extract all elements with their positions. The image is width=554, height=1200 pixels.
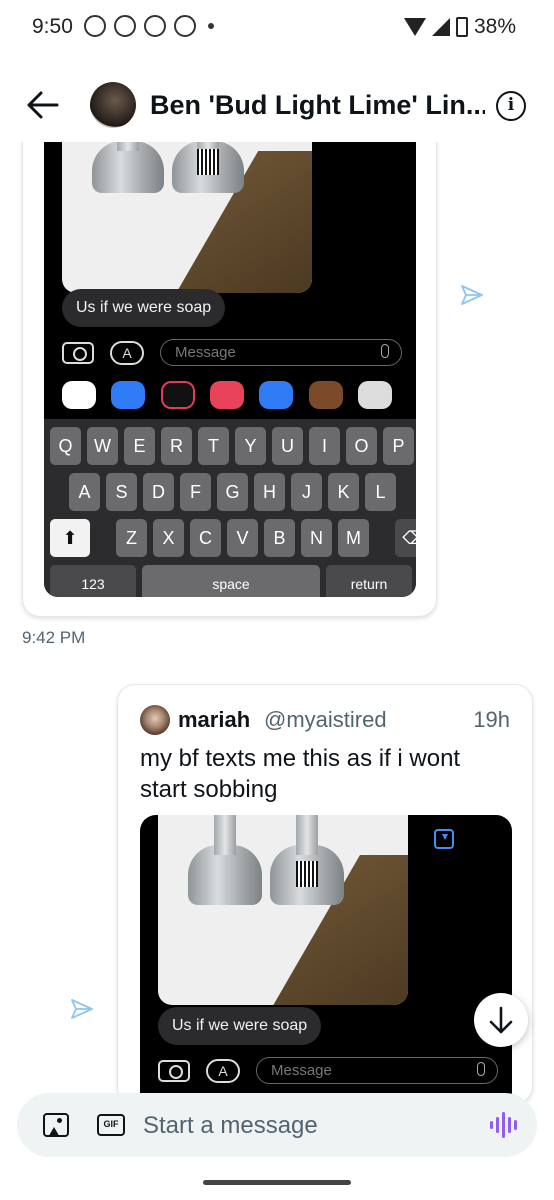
keyboard-key: C — [190, 519, 221, 557]
notification-icon — [144, 15, 166, 37]
tweet-author-name[interactable]: mariah — [178, 707, 250, 733]
imessage-field: Message — [256, 1057, 498, 1084]
app-store-icon: A — [206, 1058, 240, 1083]
conversation-header: Ben 'Bud Light Lime' Lin... i — [0, 70, 554, 142]
mic-icon — [477, 1062, 485, 1076]
conversation-title[interactable]: Ben 'Bud Light Lime' Lin... — [150, 90, 485, 121]
battery-percent: 38% — [473, 15, 516, 38]
keyboard-key: U — [272, 427, 303, 465]
wifi-icon — [403, 18, 426, 36]
memoji-icon — [308, 381, 343, 409]
images-search-icon — [209, 381, 244, 409]
keyboard-key: V — [227, 519, 258, 557]
notification-icon — [174, 15, 196, 37]
mic-icon — [381, 344, 389, 358]
tweet-author-handle[interactable]: @myaistired — [264, 707, 387, 733]
imessage-field: Message — [160, 339, 402, 366]
app-store-icon — [111, 381, 146, 409]
photos-app-icon — [62, 381, 96, 409]
ios-keyboard: QWERTYUIOP ASDFGHJKL ⬆ ZXCVBNM ⌫ 123 spa… — [44, 419, 416, 597]
keyboard-key: N — [301, 519, 332, 557]
tweet-text: my bf texts me this as if i wont start s… — [140, 745, 461, 803]
keyboard-key: Q — [50, 427, 81, 465]
imessage-compose-row: A Message — [62, 339, 402, 366]
keyboard-key: H — [254, 473, 285, 511]
back-arrow-icon[interactable] — [26, 90, 60, 120]
tweet-media-image[interactable]: Us if we were soap A Message — [140, 815, 512, 1103]
keyboard-key: S — [106, 473, 137, 511]
notification-icon — [114, 15, 136, 37]
more-notifications-icon — [208, 23, 214, 29]
keyboard-key: O — [346, 427, 377, 465]
avatar[interactable] — [140, 705, 170, 735]
scroll-down-button[interactable] — [474, 993, 528, 1047]
keyboard-key: L — [365, 473, 396, 511]
avatar[interactable] — [90, 82, 136, 128]
keyboard-key: I — [309, 427, 340, 465]
camera-icon — [158, 1059, 190, 1082]
send-icon[interactable] — [70, 998, 94, 1020]
message-composer: GIF Start a message — [17, 1093, 537, 1157]
keyboard-key: F — [180, 473, 211, 511]
app-store-icon: A — [110, 340, 144, 365]
return-key: return — [326, 565, 412, 597]
keyboard-key: P — [383, 427, 414, 465]
download-icon[interactable] — [434, 829, 454, 849]
gif-icon[interactable]: GIF — [97, 1114, 125, 1136]
image-icon[interactable] — [43, 1113, 69, 1137]
keyboard-key: J — [291, 473, 322, 511]
status-time: 9:50 — [32, 15, 73, 38]
home-indicator[interactable] — [203, 1180, 351, 1185]
keyboard-key: T — [198, 427, 229, 465]
imessage-compose-row: A Message — [158, 1057, 498, 1084]
imessage-bubble: Us if we were soap — [158, 1007, 322, 1045]
keyboard-key: G — [217, 473, 248, 511]
battery-icon — [455, 17, 468, 37]
keyboard-key: Y — [235, 427, 266, 465]
space-key: space — [142, 565, 320, 597]
imessage-placeholder: Message — [271, 1062, 332, 1079]
screenshot-image: Us if we were soap A Message QWERTYUIOP … — [44, 121, 416, 597]
keyboard-key: D — [143, 473, 174, 511]
send-icon[interactable] — [460, 284, 484, 306]
media-message-card[interactable]: Us if we were soap A Message QWERTYUIOP … — [22, 120, 437, 617]
keyboard-key: B — [264, 519, 295, 557]
signal-icon — [431, 18, 450, 36]
more-apps-icon — [357, 381, 392, 409]
shift-key: ⬆ — [50, 519, 90, 557]
keyboard-key: Z — [116, 519, 147, 557]
info-icon[interactable]: i — [496, 91, 526, 121]
tweet-time: 19h — [473, 707, 510, 732]
notification-icon — [84, 15, 106, 37]
voice-wave-icon[interactable] — [490, 1111, 517, 1139]
shared-tweet-card[interactable]: mariah @myaistired 19h my bf texts me th… — [117, 684, 533, 1104]
status-bar: 9:50 38% — [0, 0, 554, 56]
system-icons: 38% — [403, 15, 516, 39]
message-input[interactable]: Start a message — [143, 1112, 318, 1140]
digital-touch-icon — [160, 381, 195, 409]
numbers-key: 123 — [50, 565, 136, 597]
soap-photo — [158, 815, 408, 1005]
notification-icons — [84, 15, 214, 37]
scroll-down-arrow-icon — [489, 1006, 513, 1034]
keyboard-key: R — [161, 427, 192, 465]
backspace-key: ⌫ — [395, 519, 416, 557]
imessage-bubble: Us if we were soap — [62, 289, 226, 327]
keyboard-key: A — [69, 473, 100, 511]
keyboard-key: K — [328, 473, 359, 511]
audio-message-icon — [259, 381, 294, 409]
soap-photo — [62, 121, 312, 293]
keyboard-key: X — [153, 519, 184, 557]
imessage-placeholder: Message — [175, 344, 236, 361]
message-timestamp: 9:42 PM — [22, 628, 86, 647]
keyboard-key: M — [338, 519, 369, 557]
apps-tray — [62, 381, 392, 409]
camera-icon — [62, 341, 94, 364]
keyboard-key: E — [124, 427, 155, 465]
keyboard-key: W — [87, 427, 118, 465]
